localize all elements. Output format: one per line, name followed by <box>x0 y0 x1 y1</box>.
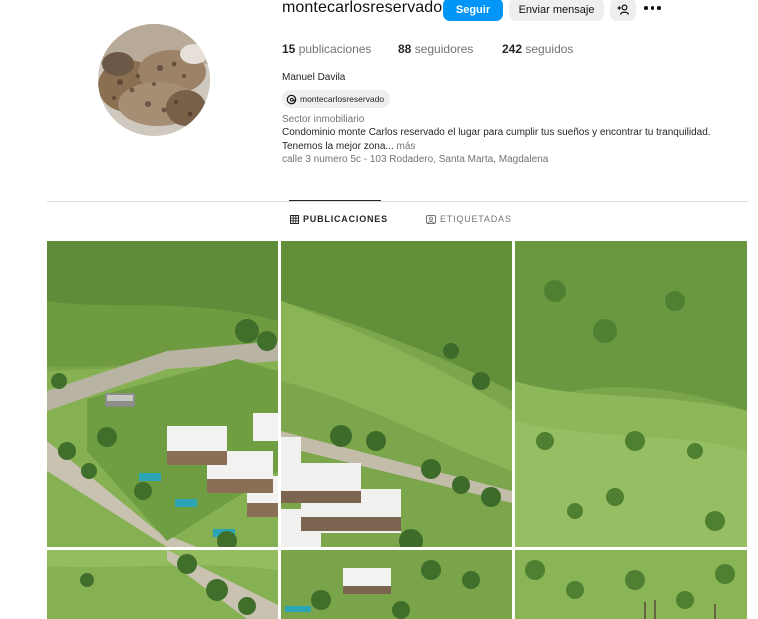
follow-button[interactable]: Seguir <box>443 0 503 21</box>
tab-etiquetadas[interactable]: ETIQUETADAS <box>426 214 512 224</box>
threads-link[interactable]: montecarlosreservado <box>282 90 391 108</box>
more-options-icon[interactable] <box>644 1 664 15</box>
grid-icon <box>290 214 299 224</box>
profile-category: Sector inmobiliario <box>282 114 365 125</box>
following-count: 242 <box>502 42 523 56</box>
post-thumbnail[interactable] <box>281 550 512 619</box>
threads-icon <box>286 94 297 104</box>
tab-label: ETIQUETADAS <box>440 214 512 224</box>
followers-stat[interactable]: 88 seguidores <box>398 42 473 56</box>
tab-publicaciones[interactable]: PUBLICACIONES <box>290 214 388 224</box>
post-thumbnail[interactable] <box>47 241 278 547</box>
profile-bio-line1: Condominio monte Carlos reservado el lug… <box>282 127 711 138</box>
posts-grid <box>47 241 747 619</box>
add-user-button[interactable] <box>610 0 636 21</box>
followers-count: 88 <box>398 42 412 56</box>
post-thumbnail[interactable] <box>281 241 512 547</box>
following-label: seguidos <box>525 42 574 56</box>
active-tab-indicator <box>289 200 381 201</box>
profile-avatar[interactable] <box>98 24 210 136</box>
tabs-divider <box>47 201 748 202</box>
following-stat[interactable]: 242 seguidos <box>502 42 573 56</box>
followers-label: seguidores <box>414 42 474 56</box>
profile-username: montecarlosreservado <box>282 0 443 16</box>
tab-label: PUBLICACIONES <box>303 214 388 224</box>
profile-bio-line2: Tenemos la mejor zona... más <box>282 141 415 152</box>
tagged-icon <box>426 214 436 224</box>
post-thumbnail[interactable] <box>515 550 747 619</box>
threads-handle: montecarlosreservado <box>300 94 385 104</box>
bio-more-link[interactable]: más <box>397 141 416 152</box>
profile-full-name: Manuel Davila <box>282 72 346 83</box>
post-thumbnail[interactable] <box>515 241 747 547</box>
add-user-icon <box>617 4 629 15</box>
profile-address[interactable]: calle 3 numero 5c - 103 Rodadero, Santa … <box>282 154 548 165</box>
send-message-button[interactable]: Enviar mensaje <box>509 0 604 21</box>
posts-label: publicaciones <box>298 42 372 56</box>
posts-count: 15 <box>282 42 296 56</box>
post-thumbnail[interactable] <box>47 550 278 619</box>
bio-text: Tenemos la mejor zona... <box>282 141 394 152</box>
posts-stat[interactable]: 15 publicaciones <box>282 42 371 56</box>
